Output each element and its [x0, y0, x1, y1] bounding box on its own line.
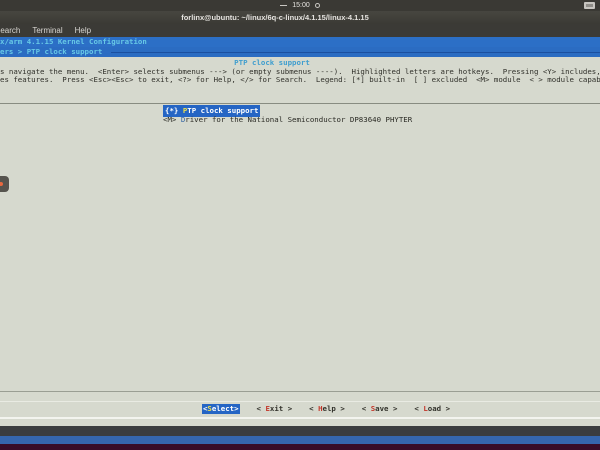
kconfig-header-line: x/arm 4.1.15 Kernel Configuration [0, 37, 600, 47]
item-label: river for the National Semiconductor DP8… [185, 115, 412, 124]
dialog-buttons: <Select> < Exit > < Help > < Save > < Lo… [0, 404, 600, 414]
menu-terminal[interactable]: Terminal [32, 26, 62, 35]
select-button[interactable]: <Select> [202, 404, 240, 414]
screen: 15:00 forlinx@ubuntu: ~/linux/6q-c-linux… [0, 0, 600, 450]
help-button[interactable]: < Help > [309, 404, 345, 414]
panel-indicator-icon[interactable] [584, 2, 595, 9]
item-marker: <M> [163, 115, 181, 124]
btn-label: elect [212, 404, 234, 413]
menu-help[interactable]: Help [75, 26, 91, 35]
help-text-line2: es features. Press <Esc><Esc> to exit, <… [0, 75, 600, 85]
btn-bracket: < [309, 404, 318, 413]
background-blue-band [0, 436, 600, 444]
terminal-titlebar[interactable]: forlinx@ubuntu: ~/linux/6q-c-linux/4.1.1… [0, 11, 600, 24]
btn-label: elp [323, 404, 336, 413]
scrollbar-dot-icon [0, 182, 3, 186]
clock[interactable]: 15:00 [292, 0, 310, 11]
desktop-top-panel: 15:00 [0, 0, 600, 11]
btn-bracket: > [441, 404, 450, 413]
menu-item-dp83640-driver[interactable]: <M> Driver for the National Semiconducto… [163, 115, 412, 125]
load-button[interactable]: < Load > [414, 404, 450, 414]
btn-label: ave [375, 404, 388, 413]
menu-search[interactable]: Search [0, 26, 20, 35]
overlay-scrollbar-thumb[interactable] [0, 176, 9, 192]
btn-label: xit [270, 404, 283, 413]
btn-bracket: < [362, 404, 371, 413]
kconfig-breadcrumb-line: ers > PTP clock support [0, 47, 600, 57]
sound-indicator-icon[interactable] [315, 3, 320, 8]
dialog-bottom-highlight [0, 417, 600, 419]
breadcrumb-rule [111, 52, 600, 53]
terminal-menubar: Search Terminal Help [0, 24, 600, 37]
btn-bracket: > [234, 404, 238, 413]
menu-box-top-border [0, 103, 600, 104]
breadcrumb: ers > PTP clock support [0, 47, 107, 57]
btn-label: oad [428, 404, 441, 413]
window-bottom-edge [0, 426, 600, 436]
clock-area: 15:00 [0, 0, 600, 11]
item-marker: {*} [165, 106, 183, 115]
exit-button[interactable]: < Exit > [257, 404, 293, 414]
menu-box-bottom-border [0, 391, 600, 392]
btn-bracket: < [414, 404, 423, 413]
window-title: forlinx@ubuntu: ~/linux/6q-c-linux/4.1.1… [181, 13, 419, 22]
btn-bracket: > [389, 404, 398, 413]
indicator-dash-icon [280, 5, 287, 6]
desktop-wallpaper-band [0, 444, 600, 450]
menuconfig-dialog: PTP clock support s navigate the menu. <… [0, 57, 600, 426]
save-button[interactable]: < Save > [362, 404, 398, 414]
button-separator [0, 401, 600, 402]
btn-bracket: > [336, 404, 345, 413]
btn-bracket: > [283, 404, 292, 413]
item-label: TP clock support [187, 106, 258, 115]
